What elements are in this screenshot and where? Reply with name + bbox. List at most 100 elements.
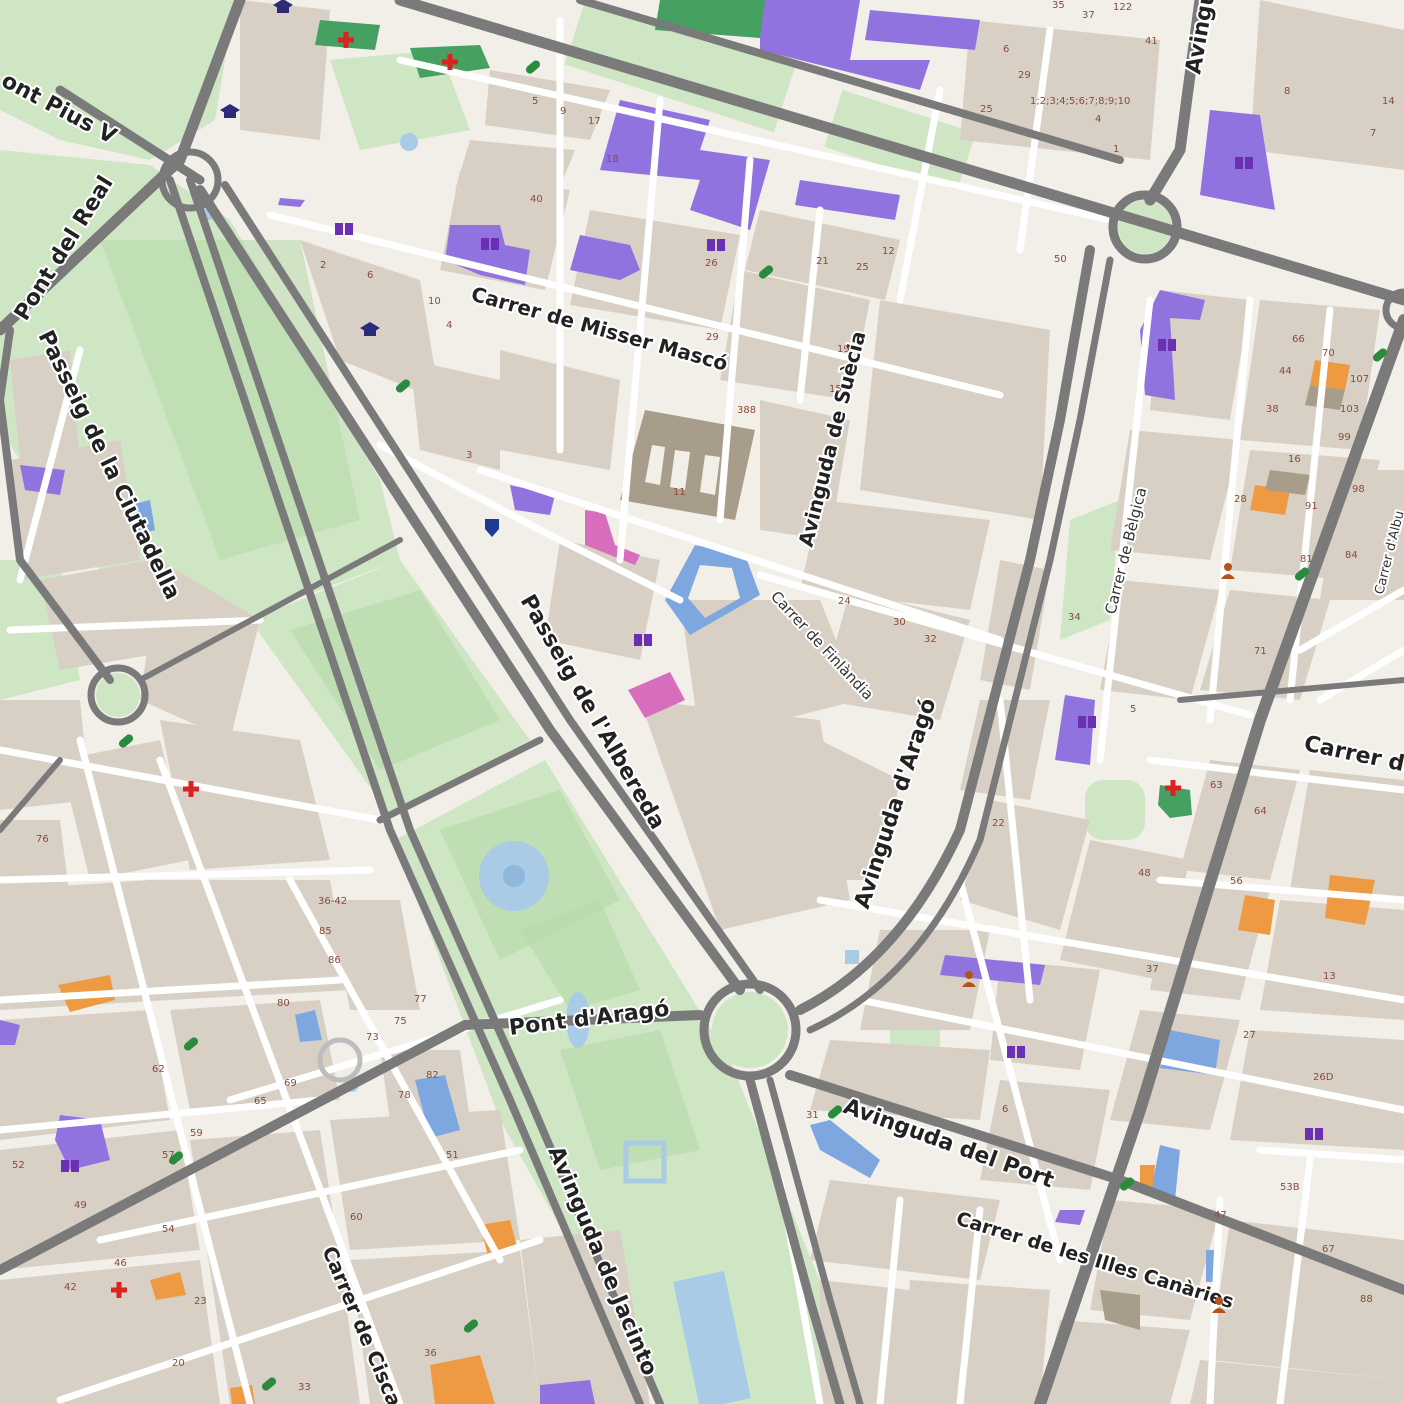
house-number: 8	[1284, 86, 1290, 97]
house-number: 26D	[1313, 1072, 1334, 1083]
house-number: 80	[277, 998, 290, 1009]
house-number: 54	[162, 1224, 175, 1235]
house-number: 29	[1018, 70, 1031, 81]
house-number: 51	[446, 1150, 459, 1161]
house-number: 76	[36, 834, 49, 845]
house-number: 23	[194, 1296, 207, 1307]
map-canvas[interactable]: ont Pius V Pont del Real Passeig de la C…	[0, 0, 1404, 1404]
house-number: 6	[1003, 44, 1009, 55]
house-number: 1;2;3;4;5;6;7;8;9;10	[1030, 96, 1130, 107]
house-number: 38	[1266, 404, 1279, 415]
house-number: 59	[190, 1128, 203, 1139]
building-block	[1210, 1220, 1404, 1380]
park-area	[712, 992, 788, 1068]
house-number: 30	[893, 617, 906, 628]
house-number: 82	[426, 1070, 439, 1081]
house-number: 32	[924, 634, 937, 645]
house-number: 4	[446, 320, 452, 331]
house-number: 107	[1350, 374, 1369, 385]
house-number: 2	[320, 260, 326, 271]
house-number: 63	[1210, 780, 1223, 791]
house-number: 91	[1305, 501, 1318, 512]
house-number: 33	[298, 1382, 311, 1393]
house-number: 3	[466, 450, 472, 461]
sports-building	[845, 950, 859, 964]
house-number: 34	[1068, 612, 1081, 623]
house-number: 25	[856, 262, 869, 273]
building-block	[240, 0, 330, 140]
house-number: 31	[806, 1110, 819, 1121]
house-number: 20	[172, 1358, 185, 1369]
house-number: 19	[837, 344, 850, 355]
house-number: 56	[1230, 876, 1243, 887]
house-number: 70	[1322, 348, 1335, 359]
house-number: 22	[992, 818, 1005, 829]
house-number: 60	[350, 1212, 363, 1223]
building-block	[900, 1280, 1050, 1404]
house-number: 26	[705, 258, 718, 269]
house-number: 62	[152, 1064, 165, 1075]
house-number: 52	[12, 1160, 25, 1171]
house-number: 71	[1254, 646, 1267, 657]
house-number: 40	[530, 194, 543, 205]
park-area	[1085, 780, 1145, 840]
house-number: 53B	[1280, 1182, 1300, 1193]
house-number: 35	[1052, 0, 1065, 11]
house-number: 6	[367, 270, 373, 281]
house-number: 7	[1370, 128, 1376, 139]
house-number: 10	[428, 296, 441, 307]
house-number: 98	[1352, 484, 1365, 495]
house-number: 88	[1360, 1294, 1373, 1305]
house-number: 16	[1288, 454, 1301, 465]
house-number: 6	[1002, 1104, 1008, 1115]
house-number: 47	[1214, 1210, 1227, 1221]
house-number: 66	[1292, 334, 1305, 345]
house-number: 18	[606, 154, 619, 165]
house-number: 73	[366, 1032, 379, 1043]
house-number: 27	[1243, 1030, 1256, 1041]
house-number: 46	[114, 1258, 127, 1269]
house-number: 103	[1340, 404, 1359, 415]
stadium-block	[860, 300, 1050, 520]
building-block	[1250, 0, 1404, 170]
house-number: 388	[737, 405, 756, 416]
house-number: 122	[1113, 2, 1132, 13]
house-number: 36	[424, 1348, 437, 1359]
house-number: 49	[74, 1200, 87, 1211]
house-number: 15	[829, 384, 842, 395]
house-number: 13	[1323, 971, 1336, 982]
house-number: 12	[882, 246, 895, 257]
house-number: 81	[1300, 554, 1313, 565]
house-number: 25	[980, 104, 993, 115]
house-number: 17	[588, 116, 601, 127]
house-number: 11	[673, 487, 686, 498]
house-number: 69	[284, 1078, 297, 1089]
commercial-building	[1310, 360, 1350, 390]
house-number: 42	[64, 1282, 77, 1293]
park-area	[96, 673, 140, 717]
house-number: 67	[1322, 1244, 1335, 1255]
house-number: 65	[254, 1096, 267, 1107]
house-number: 21	[816, 256, 829, 267]
house-number: 50	[1054, 254, 1067, 265]
house-number: 64	[1254, 806, 1267, 817]
house-number: 37	[1082, 10, 1095, 21]
house-number: 37	[1146, 964, 1159, 975]
house-number: 86	[328, 955, 341, 966]
house-number: 75	[394, 1016, 407, 1027]
house-number: 41	[1145, 36, 1158, 47]
house-number: 9	[560, 106, 566, 117]
house-number: 5	[1130, 704, 1136, 715]
house-number: 48	[1138, 868, 1151, 879]
pond	[400, 133, 418, 151]
house-number: 28	[1234, 494, 1247, 505]
house-number: 24	[838, 596, 851, 607]
house-number: 77	[414, 994, 427, 1005]
house-number: 84	[1345, 550, 1358, 561]
house-number: 78	[398, 1090, 411, 1101]
house-number: 99	[1338, 432, 1351, 443]
house-number: 5	[532, 96, 538, 107]
house-number: 29	[706, 332, 719, 343]
house-number: 1	[1113, 144, 1119, 155]
house-number: 85	[319, 926, 332, 937]
